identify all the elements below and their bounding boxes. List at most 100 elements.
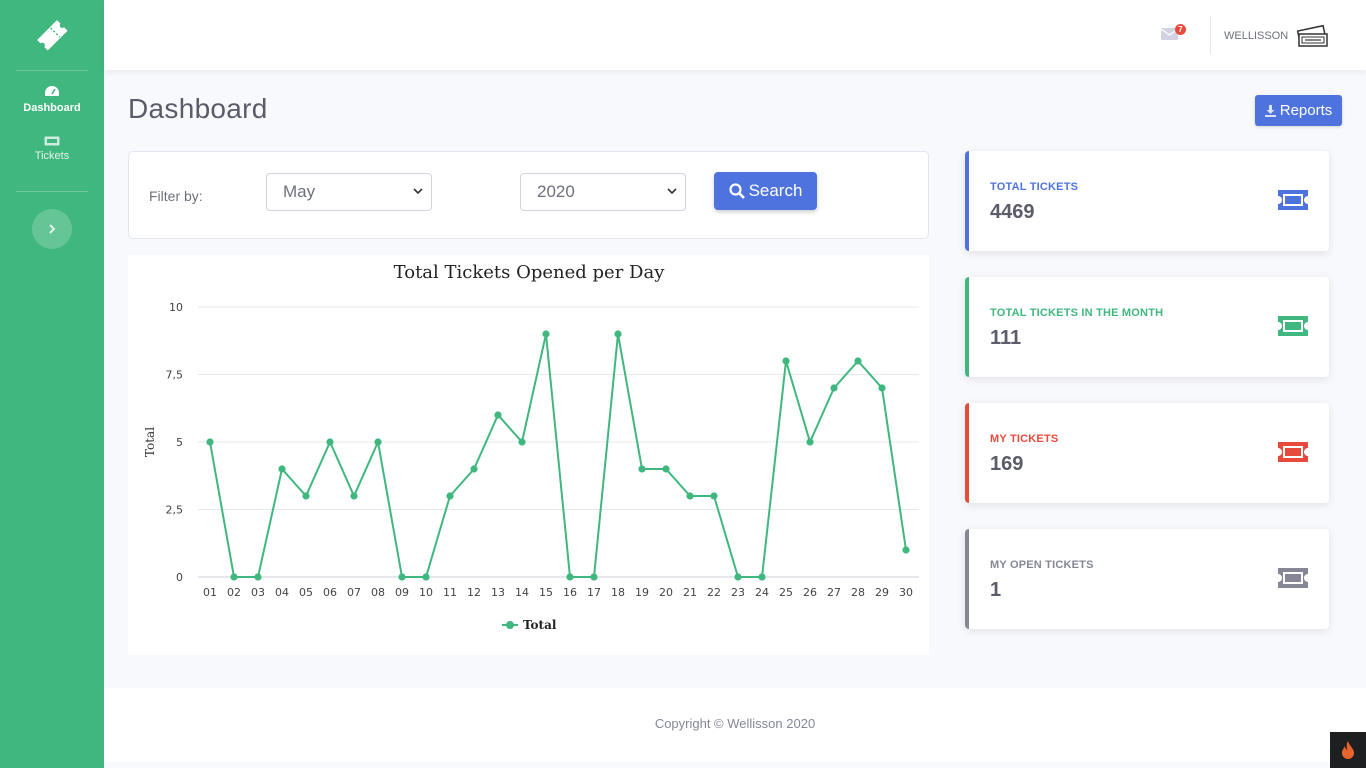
filter-card: Filter by: May 2020 Search — [128, 151, 929, 239]
x-tick-label: 15 — [539, 586, 553, 599]
data-point-28[interactable] — [854, 357, 862, 365]
stat-title: MY TICKETS — [990, 433, 1059, 445]
data-point-26[interactable] — [806, 438, 814, 446]
x-tick-label: 05 — [299, 586, 313, 599]
data-point-02[interactable] — [230, 573, 238, 581]
sidebar: Dashboard Tickets — [0, 0, 104, 768]
data-point-15[interactable] — [542, 330, 550, 338]
x-tick-label: 27 — [827, 586, 841, 599]
x-tick-label: 20 — [659, 586, 673, 599]
y-tick-label: 10 — [169, 301, 183, 314]
ticket-icon — [1278, 568, 1308, 588]
ticket-icon — [1278, 190, 1308, 210]
x-tick-label: 28 — [851, 586, 865, 599]
year-select[interactable]: 2020 — [520, 173, 686, 211]
debug-toolbar-button[interactable] — [1330, 732, 1366, 768]
month-select[interactable]: May — [266, 173, 432, 211]
data-point-19[interactable] — [638, 465, 646, 473]
y-axis-label: Total — [143, 427, 157, 457]
stat-card-my-tickets: MY TICKETS 169 — [965, 403, 1329, 503]
y-tick-label: 2,5 — [166, 504, 184, 517]
x-tick-label: 17 — [587, 586, 601, 599]
stat-title: TOTAL TICKETS — [990, 181, 1079, 193]
x-tick-label: 11 — [443, 586, 457, 599]
user-menu[interactable]: WELLISSON — [1224, 22, 1330, 50]
x-tick-label: 16 — [563, 586, 577, 599]
data-point-20[interactable] — [662, 465, 670, 473]
ticket-icon — [1278, 316, 1308, 336]
data-point-06[interactable] — [326, 438, 334, 446]
data-point-07[interactable] — [350, 492, 358, 500]
x-tick-label: 10 — [419, 586, 433, 599]
x-tick-label: 02 — [227, 586, 241, 599]
reports-button[interactable]: Reports — [1255, 95, 1342, 126]
x-tick-label: 21 — [683, 586, 697, 599]
ticket-icon — [1278, 442, 1308, 462]
x-tick-label: 12 — [467, 586, 481, 599]
data-point-16[interactable] — [566, 573, 574, 581]
chart-legend[interactable]: Total — [502, 618, 557, 632]
sidebar-item-tickets[interactable]: Tickets — [0, 131, 104, 191]
legend-label: Total — [523, 618, 557, 632]
data-point-24[interactable] — [758, 573, 766, 581]
footer: Copyright © Wellisson 2020 — [104, 688, 1366, 762]
stat-card-total-tickets: TOTAL TICKETS 4469 — [965, 151, 1329, 251]
data-point-03[interactable] — [254, 573, 262, 581]
x-tick-label: 06 — [323, 586, 337, 599]
sidebar-item-label: Dashboard — [23, 102, 81, 114]
line-chart: Total Tickets Opened per Day Total 0 2,5 5… — [143, 262, 919, 632]
data-point-01[interactable] — [206, 438, 214, 446]
stat-title: MY OPEN TICKETS — [990, 559, 1094, 571]
topbar-divider — [1210, 16, 1211, 54]
data-point-05[interactable] — [302, 492, 310, 500]
username: WELLISSON — [1224, 30, 1289, 42]
stat-card-total-tickets-month: TOTAL TICKETS IN THE MONTH 111 — [965, 277, 1329, 377]
x-tick-label: 04 — [275, 586, 289, 599]
search-button-label: Search — [748, 181, 803, 200]
stat-value: 4469 — [990, 201, 1035, 223]
x-tick-label: 29 — [875, 586, 889, 599]
data-point-13[interactable] — [494, 411, 502, 419]
chart-title: Total Tickets Opened per Day — [394, 262, 666, 283]
x-tick-label: 07 — [347, 586, 361, 599]
data-point-12[interactable] — [470, 465, 478, 473]
search-button[interactable]: Search — [714, 172, 817, 210]
data-point-10[interactable] — [422, 573, 430, 581]
stat-card-my-open-tickets: MY OPEN TICKETS 1 — [965, 529, 1329, 629]
ticket-logo-icon — [37, 20, 68, 51]
data-point-11[interactable] — [446, 492, 454, 500]
x-tick-label: 22 — [707, 586, 721, 599]
data-point-23[interactable] — [734, 573, 742, 581]
data-point-09[interactable] — [398, 573, 406, 581]
topbar: 7 WELLISSON — [104, 0, 1366, 70]
x-tick-label: 13 — [491, 586, 505, 599]
data-point-27[interactable] — [830, 384, 838, 392]
data-point-14[interactable] — [518, 438, 526, 446]
data-point-17[interactable] — [590, 573, 598, 581]
copyright-text: Copyright © Wellisson 2020 — [654, 716, 816, 731]
data-point-25[interactable] — [782, 357, 790, 365]
series-line-total — [209, 333, 907, 578]
flame-icon — [1342, 741, 1354, 759]
chart-card: Total Tickets Opened per Day Total 0 2,5 5… — [128, 255, 929, 655]
filter-label: Filter by: — [149, 188, 203, 204]
page-title: Dashboard — [128, 93, 268, 124]
data-point-18[interactable] — [614, 330, 622, 338]
data-point-30[interactable] — [902, 546, 910, 554]
data-point-29[interactable] — [878, 384, 886, 392]
y-tick-label: 0 — [176, 571, 183, 584]
sidebar-item-dashboard[interactable]: Dashboard — [0, 71, 104, 131]
data-point-22[interactable] — [710, 492, 718, 500]
x-tick-label: 30 — [899, 586, 913, 599]
stat-value: 169 — [990, 453, 1024, 475]
gauge-icon — [45, 86, 59, 96]
data-point-21[interactable] — [686, 492, 694, 500]
brand-logo[interactable] — [0, 0, 104, 70]
x-tick-label: 25 — [779, 586, 793, 599]
reports-button-label: Reports — [1279, 102, 1333, 119]
data-point-08[interactable] — [374, 438, 382, 446]
sidebar-toggle-button[interactable] — [32, 209, 72, 249]
data-point-04[interactable] — [278, 465, 286, 473]
search-icon — [728, 183, 745, 199]
chevron-right-icon — [49, 224, 56, 234]
